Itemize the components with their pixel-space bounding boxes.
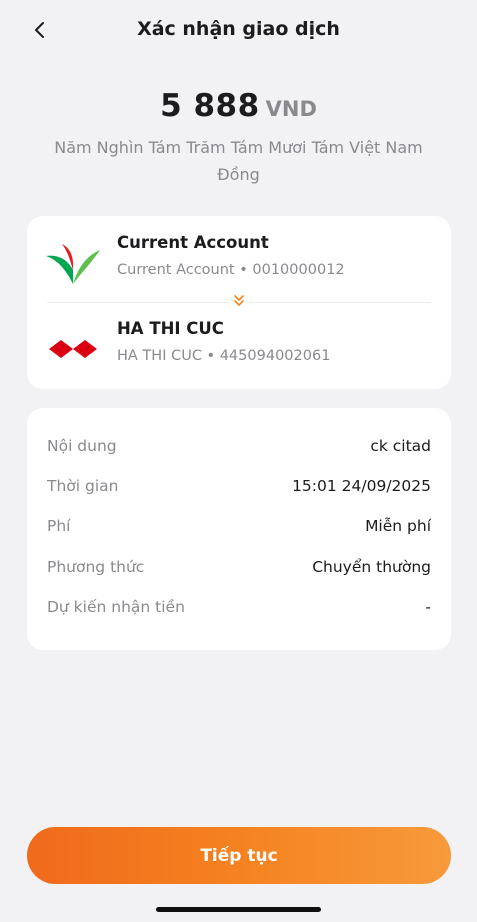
home-indicator[interactable] — [156, 907, 321, 912]
source-account: Current Account Current Account • 001000… — [27, 232, 451, 292]
detail-label: Phương thức — [47, 558, 145, 576]
detail-label: Dự kiến nhận tiền — [47, 598, 185, 616]
source-account-detail: Current Account • 0010000012 — [117, 262, 345, 278]
vpbank-logo-icon — [46, 244, 100, 284]
detail-row-expected-receipt: Dự kiến nhận tiền - — [47, 598, 431, 622]
destination-account: HA THI CUC HA THI CUC • 445094002061 — [27, 318, 451, 378]
detail-value: Miễn phí — [365, 517, 431, 535]
detail-value: - — [425, 598, 431, 616]
detail-row-method: Phương thức Chuyển thường — [47, 558, 431, 582]
detail-row-time: Thời gian 15:01 24/09/2025 — [47, 477, 431, 501]
destination-account-detail: HA THI CUC • 445094002061 — [117, 348, 331, 364]
amount-value: 5 888 — [160, 88, 260, 124]
source-account-name: Current Account — [117, 233, 269, 252]
detail-value: Chuyển thường — [312, 558, 431, 576]
amount-display: 5 888 VND — [0, 88, 477, 124]
detail-value: ck citad — [370, 437, 431, 455]
transaction-details-card: Nội dung ck citad Thời gian 15:01 24/09/… — [27, 408, 451, 650]
header: Xác nhận giao dịch — [0, 0, 477, 60]
continue-button[interactable]: Tiếp tục — [27, 827, 451, 884]
hsbc-logo-icon — [49, 340, 97, 358]
detail-label: Thời gian — [47, 477, 119, 495]
amount-in-words: Năm Nghìn Tám Trăm Tám Mươi Tám Việt Nam… — [54, 138, 423, 184]
detail-label: Nội dung — [47, 437, 117, 455]
continue-button-label: Tiếp tục — [200, 845, 278, 866]
destination-account-name: HA THI CUC — [117, 319, 224, 338]
detail-row-fee: Phí Miễn phí — [47, 517, 431, 541]
amount-currency: VND — [265, 97, 317, 121]
page-title: Xác nhận giao dịch — [137, 18, 340, 40]
transfer-direction — [229, 291, 249, 311]
detail-label: Phí — [47, 517, 71, 535]
detail-value: 15:01 24/09/2025 — [292, 477, 431, 495]
accounts-card: Current Account Current Account • 001000… — [27, 216, 451, 389]
double-chevron-down-icon — [234, 295, 244, 306]
detail-row-content: Nội dung ck citad — [47, 437, 431, 461]
